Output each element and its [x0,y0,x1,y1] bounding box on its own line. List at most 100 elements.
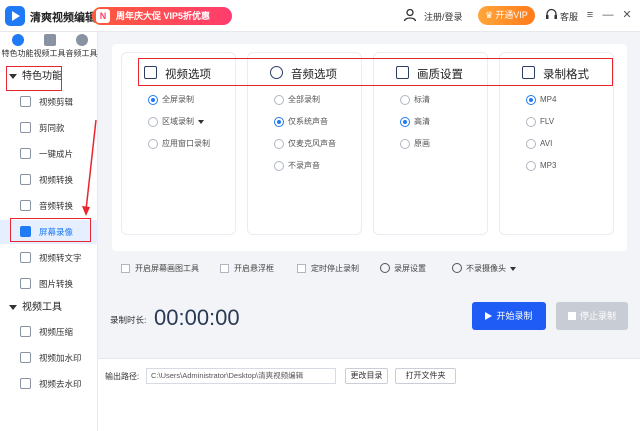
option-sd[interactable]: 标清 [374,93,489,107]
option-label: AVI [540,139,553,148]
radio[interactable] [400,95,410,105]
microphone-icon [20,200,31,211]
checkbox[interactable] [220,264,229,273]
vip-button[interactable]: ♛ 开通VIP [478,6,535,25]
promo-badge-icon: N [96,9,110,23]
radio[interactable] [400,139,410,149]
sidebar-item-label: 视频加水印 [39,353,82,363]
tab-video-tools[interactable]: 视频工具 [33,34,66,60]
stop-record-label: 停止录制 [579,311,616,321]
chevron-down-icon[interactable] [198,119,204,124]
change-directory-button[interactable]: 更改目录 [345,368,388,384]
checkbox-timed-stop[interactable]: 定时停止录制 [297,262,359,276]
app-logo-icon [5,6,25,26]
option-mp4[interactable]: MP4 [500,93,615,107]
radio[interactable] [526,139,536,149]
sidebar-item-add-watermark[interactable]: 视频加水印 [0,346,98,370]
checkbox[interactable] [297,264,306,273]
option-hd[interactable]: 高清 [374,115,489,129]
radio-selected[interactable] [400,117,410,127]
start-record-label: 开始录制 [496,311,533,321]
sidebar-item-label: 剪同款 [39,123,65,133]
annotation-box-featured [6,66,62,91]
radio[interactable] [526,161,536,171]
video-icon [43,34,56,46]
sidebar-top-tabs: 特色功能 视频工具 音频工具 [0,32,98,62]
sidebar-item-label: 音频转换 [39,201,74,211]
user-icon[interactable] [403,8,417,22]
close-icon[interactable]: ✕ [619,6,635,24]
start-record-button[interactable]: 开始录制 [472,302,546,330]
text-icon [20,252,31,263]
sidebar-item-same-style[interactable]: 剪同款 [0,116,98,140]
tab-audio-tools[interactable]: 音频工具 [65,34,98,60]
menu-icon[interactable]: ≡ [582,6,598,24]
radio-selected[interactable] [274,117,284,127]
radio[interactable] [526,117,536,127]
option-label: 全部录制 [288,95,320,104]
sidebar-item-one-click[interactable]: 一键成片 [0,142,98,166]
option-fullscreen[interactable]: 全屏录制 [122,93,237,107]
option-label: 仅麦克风声音 [288,139,336,148]
sidebar-item-video-convert[interactable]: 视频转换 [0,168,98,192]
radio[interactable] [274,139,284,149]
radio-selected[interactable] [526,95,536,105]
option-record-all[interactable]: 全部录制 [248,93,363,107]
chevron-down-icon [510,266,516,271]
checkbox-floating-window[interactable]: 开启悬浮框 [220,262,274,276]
convert-icon [20,174,31,185]
sidebar-item-image-convert[interactable]: 图片转换 [0,272,98,296]
option-no-audio[interactable]: 不录声音 [248,159,363,173]
duration-label: 录制时长: [110,315,147,325]
login-link[interactable]: 注册/登录 [424,10,463,23]
caret-down-icon [9,305,17,310]
audio-icon [75,34,88,46]
option-label: 全屏录制 [162,95,194,104]
sidebar-item-video-compress[interactable]: 视频压缩 [0,320,98,344]
promo-banner[interactable]: N 周年庆大促 VIP5折优惠 [92,7,232,25]
stop-icon [567,312,576,320]
gear-icon [380,263,390,273]
template-icon [20,122,31,133]
radio-selected[interactable] [148,95,158,105]
record-toolbar: 开启屏幕画图工具 开启悬浮框 定时停止录制 录屏设置 不录摄像头 [112,262,627,276]
option-region[interactable]: 区域录制 [122,115,237,129]
headset-icon[interactable] [545,8,558,21]
checkbox-screen-draw[interactable]: 开启屏幕画图工具 [121,262,199,276]
promo-text: 周年庆大促 VIP5折优惠 [116,11,211,21]
radio[interactable] [148,117,158,127]
option-avi[interactable]: AVI [500,137,615,151]
output-bar: 输出路径: C:\Users\Administrator\Desktop\清爽视… [98,358,640,431]
open-folder-button[interactable]: 打开文件夹 [395,368,456,384]
eraser-icon [20,378,31,389]
option-mp3[interactable]: MP3 [500,159,615,173]
option-mic-only[interactable]: 仅麦克风声音 [248,137,363,151]
option-flv[interactable]: FLV [500,115,615,129]
radio[interactable] [274,95,284,105]
webcam-icon [452,263,462,273]
output-path-field[interactable]: C:\Users\Administrator\Desktop\清爽视频编辑 [146,368,336,384]
camera-select[interactable]: 不录摄像头 [452,262,516,276]
app-title: 清爽视频编辑 [30,12,96,24]
checkbox[interactable] [121,264,130,273]
group-video-tools[interactable]: 视频工具 [0,297,98,319]
tab-featured[interactable]: 特色功能 [1,34,34,60]
record-settings-link[interactable]: 录屏设置 [380,262,426,276]
sidebar-item-video-edit[interactable]: 视频剪辑 [0,90,98,114]
option-app-window[interactable]: 应用窗口录制 [122,137,237,151]
option-label: 不录声音 [288,161,320,170]
customer-service-link[interactable]: 客服 [560,10,578,23]
radio[interactable] [274,161,284,171]
option-label: 区域录制 [162,117,194,126]
option-system-only[interactable]: 仅系统声音 [248,115,363,129]
stop-record-button[interactable]: 停止录制 [556,302,628,330]
radio[interactable] [148,139,158,149]
sidebar-item-remove-watermark[interactable]: 视频去水印 [0,372,98,396]
output-path-label: 输出路径: [105,372,140,381]
sidebar-item-audio-convert[interactable]: 音频转换 [0,194,98,218]
option-original[interactable]: 原画 [374,137,489,151]
minimize-icon[interactable]: — [600,6,616,24]
sidebar-item-video-to-text[interactable]: 视频转文字 [0,246,98,270]
option-label: 仅系统声音 [288,117,328,126]
play-icon [485,312,493,320]
